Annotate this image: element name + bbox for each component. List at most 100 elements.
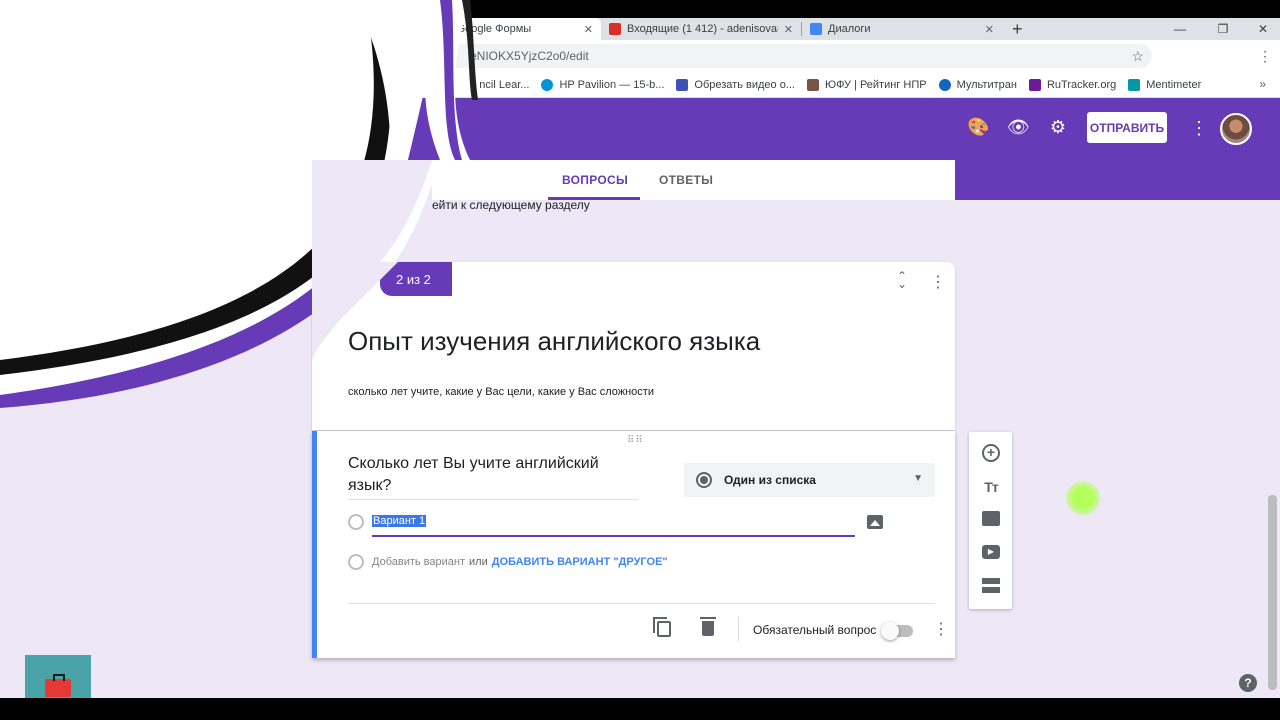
tab-title: Мой диск – Google Диск — [227, 23, 350, 35]
address-bar-row: ← → ↻ 🔒 https://docs.google.com/forms/d/… — [0, 40, 1280, 104]
chevron-down-icon: ▼ — [913, 473, 923, 484]
browser-tab-strip: Переводы «vase» (En-Ru) на ABBYY ✕ Мой д… — [0, 18, 1280, 40]
question-card[interactable]: ⠿⠿ Сколько лет Вы учите английский язык?… — [312, 431, 955, 658]
bookmark-item[interactable]: RuTracker.org — [1028, 78, 1116, 91]
bookmark-label: ЮФУ | Рейтинг НПР — [825, 78, 927, 91]
bookmark-label: Обрезать видео о... — [694, 78, 795, 91]
tab-title: Входящие (1 412) - adenisova84 — [627, 23, 778, 35]
close-icon[interactable]: ✕ — [979, 23, 994, 36]
close-window-icon[interactable]: ✕ — [1243, 18, 1280, 40]
bookmark-favicon-icon — [1128, 78, 1141, 91]
bookmark-item[interactable]: Мультитран — [938, 78, 1017, 91]
add-image-icon[interactable] — [867, 515, 883, 529]
question-title-input[interactable]: Сколько лет Вы учите английский язык? — [348, 453, 638, 500]
option-radio-icon — [348, 514, 364, 530]
maximize-icon[interactable]: ❐ — [1203, 18, 1243, 40]
forward-arrow-icon[interactable]: → — [30, 48, 56, 64]
radio-button-icon — [696, 472, 712, 488]
more-vert-icon[interactable]: ⋮ — [930, 272, 946, 292]
bookmark-google[interactable]: Google — [106, 78, 160, 91]
back-arrow-icon[interactable]: ← — [4, 48, 30, 64]
add-video-icon[interactable]: ▶ — [982, 545, 1000, 559]
reload-icon[interactable]: ↻ — [56, 48, 82, 65]
star-icon[interactable]: ☆ — [229, 116, 246, 139]
scrollbar[interactable] — [1268, 495, 1277, 690]
bookmark-item[interactable]: Обрезать видео о... — [676, 78, 795, 91]
add-option-row: Добавить вариант или ДОБАВИТЬ ВАРИАНТ "ДРУ… — [372, 556, 668, 568]
bookmark-item[interactable]: Mentimeter — [1128, 78, 1201, 91]
bookmark-label: Приложения — [30, 78, 95, 91]
section-title[interactable]: Опыт изучения английского языка — [348, 326, 760, 357]
add-question-icon[interactable]: + — [982, 444, 1000, 462]
cursor-highlight — [1066, 481, 1100, 515]
settings-gear-icon[interactable]: ⚙ — [1047, 117, 1069, 138]
bookmark-item[interactable]: ЮФУ | Рейтинг НПР — [807, 78, 927, 91]
avatar[interactable] — [1220, 113, 1252, 145]
drag-handle-icon[interactable]: ⠿⠿ — [627, 435, 644, 446]
url-text-tail: eNIOKX5YjzC2o0/edit — [470, 49, 589, 63]
question-type-select[interactable]: Один из списка ▼ — [684, 463, 935, 497]
more-vert-icon[interactable]: ⋮ — [1190, 118, 1208, 139]
bookmark-label: HP Pavilion — 15-b... — [559, 78, 665, 91]
close-icon[interactable]: ✕ — [177, 23, 192, 36]
add-section-icon[interactable] — [982, 578, 1000, 594]
url-field[interactable]: 🔒 https://docs.google.com/forms/d/1sqSp9… — [92, 44, 1152, 68]
send-button[interactable]: ОТПРАВИТЬ — [1087, 112, 1167, 143]
browser-tab[interactable]: Входящие (1 412) - adenisova84 ✕ — [601, 18, 801, 40]
bookmark-star-icon[interactable]: ☆ — [1131, 48, 1144, 65]
bookmark-item[interactable]: Мастера создания... — [171, 78, 294, 91]
duplicate-icon[interactable] — [653, 617, 671, 637]
more-bookmarks-icon[interactable]: » — [1259, 77, 1266, 91]
section-description[interactable]: сколько лет учите, какие у Вас цели, как… — [348, 386, 654, 398]
back-arrow-icon[interactable]: ← — [28, 118, 48, 141]
bookmark-item[interactable]: ncil Lear... — [479, 79, 529, 91]
divider — [348, 603, 935, 604]
form-title[interactable]: Новая форма — [65, 120, 172, 138]
section-navigation-select[interactable]: ейти к следующему разделу — [432, 198, 590, 212]
more-vert-icon[interactable]: ⋮ — [933, 619, 949, 639]
collapse-icon[interactable]: ⌃ ⌄ — [896, 270, 908, 290]
top-black-bar — [0, 0, 1280, 18]
add-other-option-link[interactable]: ДОБАВИТЬ ВАРИАНТ "ДРУГОЕ" — [492, 556, 668, 568]
lock-icon: 🔒 — [102, 50, 115, 62]
bookmark-apps[interactable]: Приложения — [12, 78, 95, 91]
tab-questions[interactable]: ВОПРОСЫ — [562, 173, 628, 187]
side-toolbar: + Tт ▶ — [969, 432, 1012, 609]
add-option-link[interactable]: Добавить вариант — [372, 556, 465, 568]
browser-tab[interactable]: Диалоги ✕ — [802, 18, 1002, 40]
save-status: Все изменения на Диске — [272, 119, 348, 141]
close-icon[interactable]: ✕ — [378, 23, 393, 36]
preview-eye-icon[interactable]: 👁 — [1007, 117, 1030, 138]
option-input[interactable]: Вариант 1 — [372, 515, 427, 527]
tab-favicon-icon — [810, 23, 822, 35]
google-icon — [106, 78, 119, 91]
browser-tab[interactable]: Мой диск – Google Диск ✕ — [201, 18, 401, 40]
help-icon[interactable]: ? — [1239, 674, 1257, 692]
palette-icon[interactable]: 🎨 — [967, 117, 989, 138]
bookmark-label: Главна — [323, 78, 360, 91]
tab-responses[interactable]: ОТВЕТЫ — [659, 173, 713, 187]
browser-tab-active[interactable]: рма - Google Формы ✕ — [401, 18, 601, 40]
bookmark-favicon-icon — [305, 78, 318, 91]
minimize-icon[interactable]: — — [1160, 18, 1200, 40]
browser-menu-icon[interactable]: ⋮ — [1258, 48, 1272, 65]
folder-icon[interactable] — [190, 119, 207, 135]
divider — [738, 617, 739, 641]
required-toggle[interactable] — [881, 622, 913, 640]
add-title-icon[interactable]: Tт — [982, 478, 1000, 496]
browser-tab[interactable]: Переводы «vase» (En-Ru) на ABBYY ✕ — [0, 18, 200, 40]
add-image-icon[interactable] — [982, 511, 1000, 526]
gmail-icon — [609, 23, 621, 35]
close-icon[interactable]: ✕ — [778, 23, 793, 36]
tab-title: Диалоги — [828, 23, 871, 35]
bookmark-item[interactable]: Главна — [305, 78, 360, 91]
option-radio-icon — [348, 554, 364, 570]
bookmark-label: Мастера создания... — [189, 78, 294, 91]
bookmark-item[interactable]: HP Pavilion — 15-b... — [541, 78, 665, 91]
delete-trash-icon[interactable] — [700, 617, 716, 636]
tab-title: Переводы «vase» (En-Ru) на ABBYY — [26, 23, 177, 35]
option-input-underline — [372, 535, 855, 537]
bookmark-favicon-icon — [171, 78, 184, 91]
new-tab-button[interactable]: + — [1002, 18, 1033, 40]
close-icon[interactable]: ✕ — [578, 23, 593, 36]
